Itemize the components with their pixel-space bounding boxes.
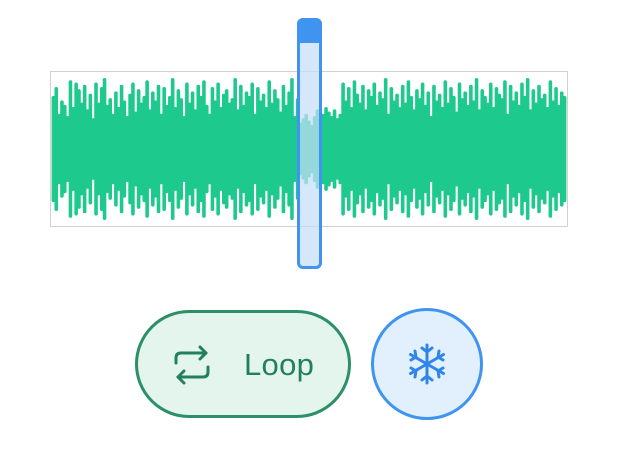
snowflake-icon <box>409 343 445 385</box>
playhead-handle[interactable] <box>297 18 322 269</box>
playhead-grip[interactable] <box>297 18 322 43</box>
loop-button[interactable]: Loop <box>135 310 351 418</box>
freeze-button[interactable] <box>371 308 483 420</box>
repeat-arrows-icon <box>174 345 210 385</box>
loop-label: Loop <box>244 347 315 382</box>
